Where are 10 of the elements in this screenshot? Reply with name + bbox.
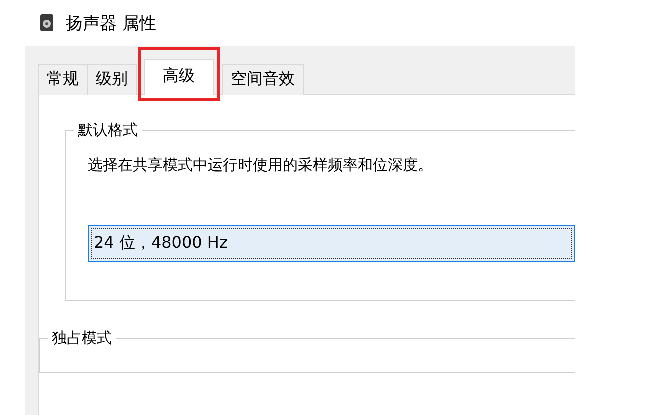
tab[interactable]: 常规 <box>38 64 88 95</box>
tab[interactable]: 级别 <box>87 64 137 95</box>
group-title: 独占模式 <box>51 329 113 348</box>
speaker-icon <box>40 14 54 32</box>
tab[interactable]: 高级 <box>144 59 214 95</box>
description-text: 选择在共享模式中运行时使用的采样频率和位深度。 <box>88 156 434 175</box>
group-title: 默认格式 <box>77 121 139 140</box>
tab[interactable]: 空间音效 <box>222 64 304 95</box>
format-dropdown[interactable]: 24 位，48000 Hz <box>88 225 575 262</box>
window-title: 扬声器 属性 <box>66 12 156 34</box>
